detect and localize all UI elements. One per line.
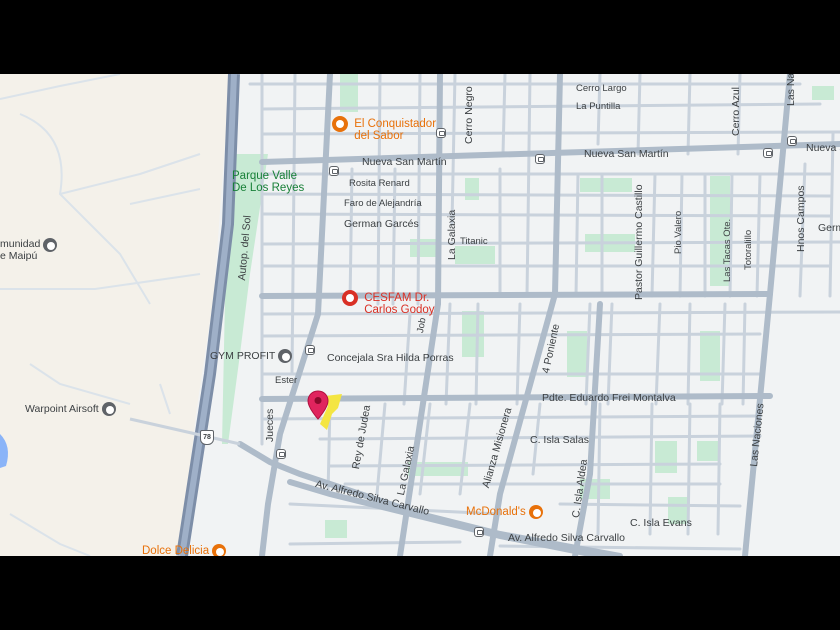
bus-stop-icon[interactable] [763, 148, 773, 158]
poi-label: De Los Reyes [232, 182, 305, 194]
poi-label: Carlos Godoy [364, 304, 435, 316]
street-label: Pastor Guillermo Castillo [633, 184, 645, 300]
bus-stop-icon[interactable] [329, 166, 339, 176]
street-label: Germ [818, 222, 840, 234]
street-label: La Puntilla [576, 101, 621, 112]
street-label: La Galaxia [446, 209, 458, 260]
bus-stop-icon[interactable] [535, 154, 545, 164]
bus-stop-icon[interactable] [474, 527, 484, 537]
gym-icon [278, 349, 293, 363]
place-icon [101, 402, 116, 416]
street-label: Av. Alfredo Silva Carvallo [508, 532, 625, 544]
street-label: Pio Valero [673, 210, 684, 254]
poi-label: munidad [0, 238, 41, 250]
poi-comunidad[interactable]: munidad e Maipú [0, 238, 58, 262]
restaurant-icon [528, 505, 543, 519]
street-label: C. Isla Evans [630, 517, 692, 529]
map-canvas[interactable]: 78 El Conquistador del Sabor CESFAM Dr. … [0, 74, 840, 556]
street-label: Las Tacas Ote. [722, 218, 733, 282]
poi-warpoint[interactable]: Warpoint Airsoft [25, 402, 116, 416]
poi-label: del Sabor [354, 130, 404, 142]
street-label: Nueva San Martín [362, 156, 447, 168]
poi-label: Warpoint Airsoft [25, 402, 99, 415]
poi-label: Dolce Delicia [142, 544, 210, 557]
location-marker-icon[interactable] [307, 390, 329, 420]
street-label: Nueva San [806, 142, 840, 154]
street-label: Faro de Alejandría [344, 198, 422, 209]
street-label: C. Isla Salas [530, 434, 589, 446]
poi-label: GYM PROFIT [210, 349, 276, 362]
street-label: Totoralillo [743, 229, 754, 270]
poi-label: CESFAM Dr. [364, 292, 430, 304]
poi-label: e Maipú [0, 250, 38, 262]
street-label: Concejala Sra Hilda Porras [327, 352, 454, 364]
street-label: Jueces [264, 408, 276, 442]
poi-cesfam[interactable]: CESFAM Dr. Carlos Godoy [342, 290, 435, 316]
street-label: Hnos Campos [795, 185, 807, 252]
bus-stop-icon[interactable] [436, 128, 446, 138]
street-label: Nueva San Martín [584, 148, 669, 160]
poi-label: El Conquistador [354, 118, 437, 130]
poi-dolce[interactable]: Dolce Delicia [142, 544, 227, 557]
street-label: Cerro Largo [576, 83, 627, 94]
poi-label: Parque Valle [232, 170, 297, 182]
street-label: Pdte. Eduardo Frei Montalva [542, 392, 676, 404]
street-label: Ester [275, 375, 298, 386]
restaurant-icon [332, 116, 348, 132]
bus-stop-icon[interactable] [305, 345, 315, 355]
street-label: Cerro Azul [730, 86, 742, 136]
street-label: Las Na [785, 74, 797, 106]
restaurant-icon [212, 544, 227, 556]
poi-label: McDonald's [466, 505, 526, 518]
poi-parque[interactable]: Parque Valle De Los Reyes [232, 170, 304, 194]
street-label: Titanic [460, 236, 488, 247]
bus-stop-icon[interactable] [787, 136, 797, 146]
route-shield-icon: 78 [200, 430, 214, 445]
bus-stop-icon[interactable] [276, 449, 286, 459]
street-label: German Garcés [344, 218, 419, 230]
hospital-icon [342, 290, 358, 306]
poi-mcdonalds[interactable]: McDonald's [466, 505, 543, 519]
street-label: Cerro Negro [463, 86, 475, 144]
poi-conquistador[interactable]: El Conquistador del Sabor [332, 116, 437, 144]
street-label: Rosita Renard [349, 178, 410, 189]
poi-gym[interactable]: GYM PROFIT [210, 349, 293, 363]
place-icon [43, 238, 58, 252]
